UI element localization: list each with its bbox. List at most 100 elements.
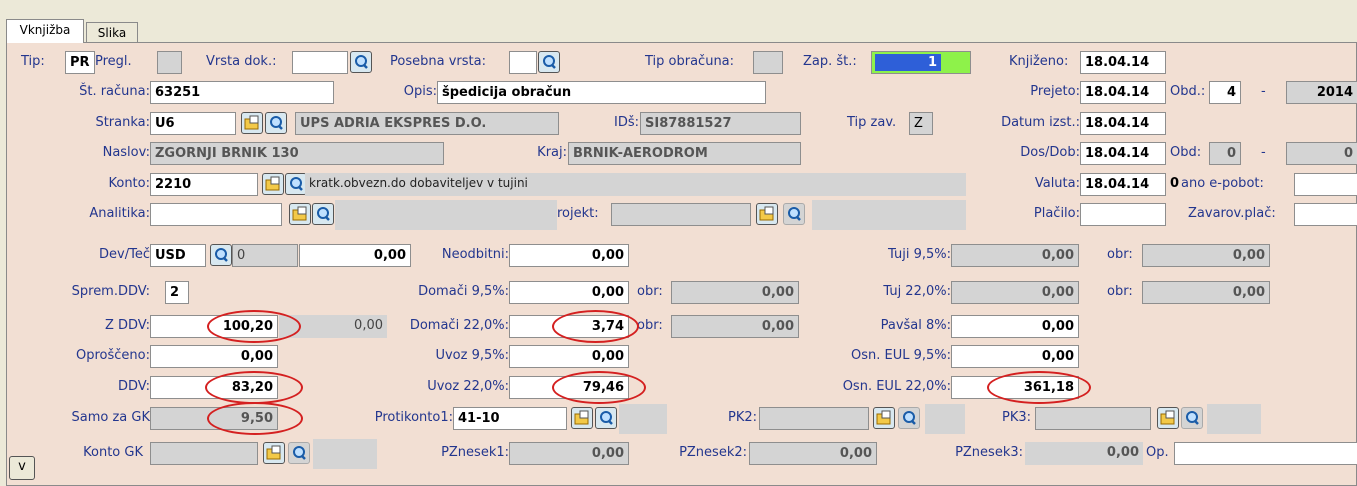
obd-year-field[interactable]: 2014 [1286,81,1357,104]
zap-st-value: 1 [875,54,941,71]
posebna-vrsta-label: Posebna vrsta: [390,54,486,69]
obd-field[interactable]: 4 [1209,81,1241,104]
projekt-lookup-icon[interactable] [783,203,805,225]
uvoz-95-field[interactable]: 0,00 [509,345,629,368]
prejeto-field[interactable]: 18.04.14 [1080,81,1166,104]
konto-desc-field: kratk.obvezn.do dobaviteljev v tujini [305,173,966,196]
highlight-samo-za-gk [207,402,303,435]
z-ddv-label: Z DDV: [104,318,150,333]
posebna-vrsta-field[interactable] [509,51,537,74]
neodbitni-label: Neodbitni: [441,247,509,262]
pznesek1-field: 0,00 [509,442,629,465]
pk2-lookup-icon[interactable] [898,407,920,429]
placilo-field[interactable] [1080,203,1166,226]
pk3-field[interactable] [1035,407,1151,430]
knjizeno-label: Knjiženo: [1009,54,1069,69]
st-racuna-field[interactable]: 63251 [150,81,334,104]
projekt-label: rojekt: [557,206,599,221]
vrsta-dok-field[interactable] [292,51,348,74]
oproisceno-field[interactable]: 0,00 [150,345,278,368]
pk2-label: PK2: [727,410,757,425]
op-field[interactable] [1174,442,1357,465]
opis-label: Opis: [403,84,437,99]
tip-zav-field[interactable]: Z [909,112,933,135]
pavsal-8-field[interactable]: 0,00 [951,315,1079,338]
posebna-vrsta-lookup-icon[interactable] [538,51,560,73]
protikonto1-field[interactable]: 41-10 [453,407,567,430]
dev-field[interactable]: USD [150,244,206,267]
tuji-95-label: Tuji 9,5%: [888,247,951,262]
stranka-field[interactable]: U6 [150,112,236,135]
dev-amount-field[interactable]: 0,00 [299,244,411,267]
valuta-field[interactable]: 18.04.14 [1080,173,1166,196]
pk3-label: PK3: [1002,410,1032,425]
konto-gk-lookup-icon[interactable] [288,442,310,464]
stranka-label: Stranka: [95,115,150,130]
datum-izst-field[interactable]: 18.04.14 [1080,112,1166,135]
obd-dash: - [1261,84,1266,99]
domaci-95-field[interactable]: 0,00 [509,281,629,304]
protikonto1-lookup-icon[interactable] [595,407,617,429]
tip-zav-label: Tip zav. [847,115,897,130]
dos-dob-field[interactable]: 18.04.14 [1080,142,1166,165]
dev-lookup-icon[interactable] [210,244,232,266]
vrsta-dok-lookup-icon[interactable] [350,51,372,73]
neodbitni-field[interactable]: 0,00 [509,244,629,267]
projekt-new-icon[interactable] [756,203,778,225]
konto-lookup-icon[interactable] [285,173,307,195]
highlight-uvoz-22 [552,371,646,404]
kraj-field: BRNIK-AERODROM [568,142,801,165]
naslov-field: ZGORNJI BRNIK 130 [150,142,444,165]
pk3-new-icon[interactable] [1157,407,1179,429]
ids-label: IDš: [614,115,639,130]
konto-gk-label: Konto GK [83,445,143,460]
highlight-ddv [205,371,303,404]
pregl-field[interactable] [157,51,182,74]
pk2-desc [925,404,965,434]
tip-field[interactable]: PR [65,51,95,74]
protikonto1-new-icon[interactable] [571,407,593,429]
expand-button[interactable]: v [9,456,35,480]
domaci-22-label: Domači 22,0%: [409,318,509,333]
stranka-lookup-icon[interactable] [265,112,287,134]
placilo-label: Plačilo: [1033,206,1080,221]
konto-gk-field[interactable] [150,442,258,465]
domaci-22-obr-label: obr: [637,318,663,333]
ano-epobot-label: ano e-pobot: [1181,176,1264,191]
opis-field[interactable]: špedicija obračun [437,81,766,104]
pznesek2-label: PZnesek2: [679,445,747,460]
konto-new-icon[interactable] [262,173,284,195]
datum-izst-label: Datum izst.: [1001,115,1080,130]
pznesek3-field: 0,00 [1025,442,1143,465]
tip-obracuna-field[interactable] [753,51,783,74]
tab-vknjizba[interactable]: Vknjižba [6,19,84,43]
analitika-new-icon[interactable] [289,203,311,225]
konto-gk-new-icon[interactable] [263,442,285,464]
tab-slika[interactable]: Slika [86,22,138,42]
konto-label: Konto: [108,176,150,191]
analitika-label: Analitika: [89,206,150,221]
osn-eul-95-field[interactable]: 0,00 [951,345,1079,368]
sprem-ddv-field[interactable]: 2 [165,281,189,304]
pk3-desc [1207,404,1261,434]
pk2-new-icon[interactable] [873,407,895,429]
projekt-field[interactable] [611,203,751,226]
pk3-lookup-icon[interactable] [1181,407,1203,429]
knjizeno-field[interactable]: 18.04.14 [1080,51,1166,74]
zap-st-field[interactable]: 1 [871,51,971,74]
ano-epobot-field[interactable] [1294,173,1357,196]
konto-gk-desc [313,439,377,469]
pk2-field[interactable] [759,407,869,430]
konto-field[interactable]: 2210 [150,173,258,196]
valuta-days: 0 [1170,176,1180,191]
stranka-new-icon[interactable] [241,112,263,134]
analitika-lookup-icon[interactable] [312,203,334,225]
analitika-field[interactable] [150,203,282,226]
osn-eul-95-label: Osn. EUL 9,5%: [850,348,951,363]
pavsal-8-label: Pavšal 8%: [880,318,951,333]
tec-field: 0 [232,244,298,267]
ddv-label: DDV: [117,379,150,394]
tip-obracuna-label: Tip obračuna: [645,54,735,69]
zavarov-plac-field[interactable] [1294,203,1357,226]
tuji-95-obr-label: obr: [1107,247,1133,262]
